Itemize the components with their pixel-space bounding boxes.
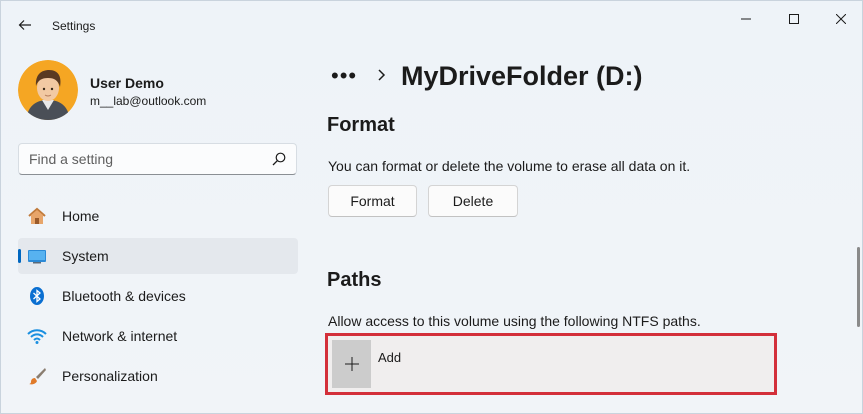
back-arrow-icon — [18, 20, 31, 30]
scrollbar-thumb[interactable] — [857, 247, 860, 327]
sidebar-item-label: System — [62, 248, 109, 264]
back-button[interactable] — [13, 13, 37, 37]
user-name: User Demo — [90, 75, 164, 91]
user-email: m__lab@outlook.com — [90, 94, 207, 108]
system-icon — [28, 250, 46, 264]
minimize-button[interactable] — [723, 7, 769, 31]
maximize-icon — [789, 14, 799, 24]
sidebar-item-home[interactable]: Home — [18, 198, 298, 234]
sidebar-item-network[interactable]: Network & internet — [18, 318, 298, 354]
breadcrumb-overflow-button[interactable]: ••• — [331, 63, 357, 89]
close-button[interactable] — [818, 7, 862, 31]
active-indicator — [18, 249, 21, 263]
format-section-title: Format — [327, 114, 395, 136]
avatar[interactable] — [18, 60, 78, 120]
sidebar-item-label: Network & internet — [62, 328, 178, 344]
add-path-label: Add — [378, 350, 402, 365]
sidebar-item-label: Personalization — [62, 368, 158, 384]
format-button[interactable]: Format — [328, 185, 417, 217]
wifi-icon — [27, 329, 47, 344]
search-box[interactable] — [18, 143, 297, 175]
sidebar-item-label: Bluetooth & devices — [62, 288, 186, 304]
paths-section-title: Paths — [327, 269, 382, 291]
format-section-description: You can format or delete the volume to e… — [328, 158, 691, 174]
sidebar-item-system[interactable]: System — [18, 238, 298, 274]
title-bar: Settings — [1, 1, 862, 41]
sidebar-item-bluetooth[interactable]: Bluetooth & devices — [18, 278, 298, 314]
delete-button[interactable]: Delete — [428, 185, 518, 217]
add-path-button[interactable] — [332, 340, 371, 388]
settings-window: Settings User Demo m__lab@outlook.com Fi… — [0, 0, 863, 414]
home-icon — [28, 207, 46, 224]
search-icon[interactable] — [272, 152, 286, 166]
page-title: MyDriveFolder (D:) — [401, 61, 643, 91]
minimize-icon — [741, 18, 751, 20]
bluetooth-icon — [30, 287, 44, 305]
app-title: Settings — [52, 19, 96, 33]
plus-icon — [344, 357, 359, 371]
avatar-image-icon — [18, 60, 78, 120]
chevron-right-icon — [378, 69, 386, 81]
maximize-button[interactable] — [771, 7, 817, 31]
search-input[interactable] — [19, 144, 269, 174]
close-icon — [836, 14, 846, 24]
sidebar-item-personalization[interactable]: Personalization — [18, 358, 298, 394]
paths-section-description: Allow access to this volume using the fo… — [328, 313, 701, 329]
sidebar-item-label: Home — [62, 208, 100, 224]
add-path-card[interactable]: Add — [325, 333, 777, 395]
brush-icon — [29, 368, 46, 385]
